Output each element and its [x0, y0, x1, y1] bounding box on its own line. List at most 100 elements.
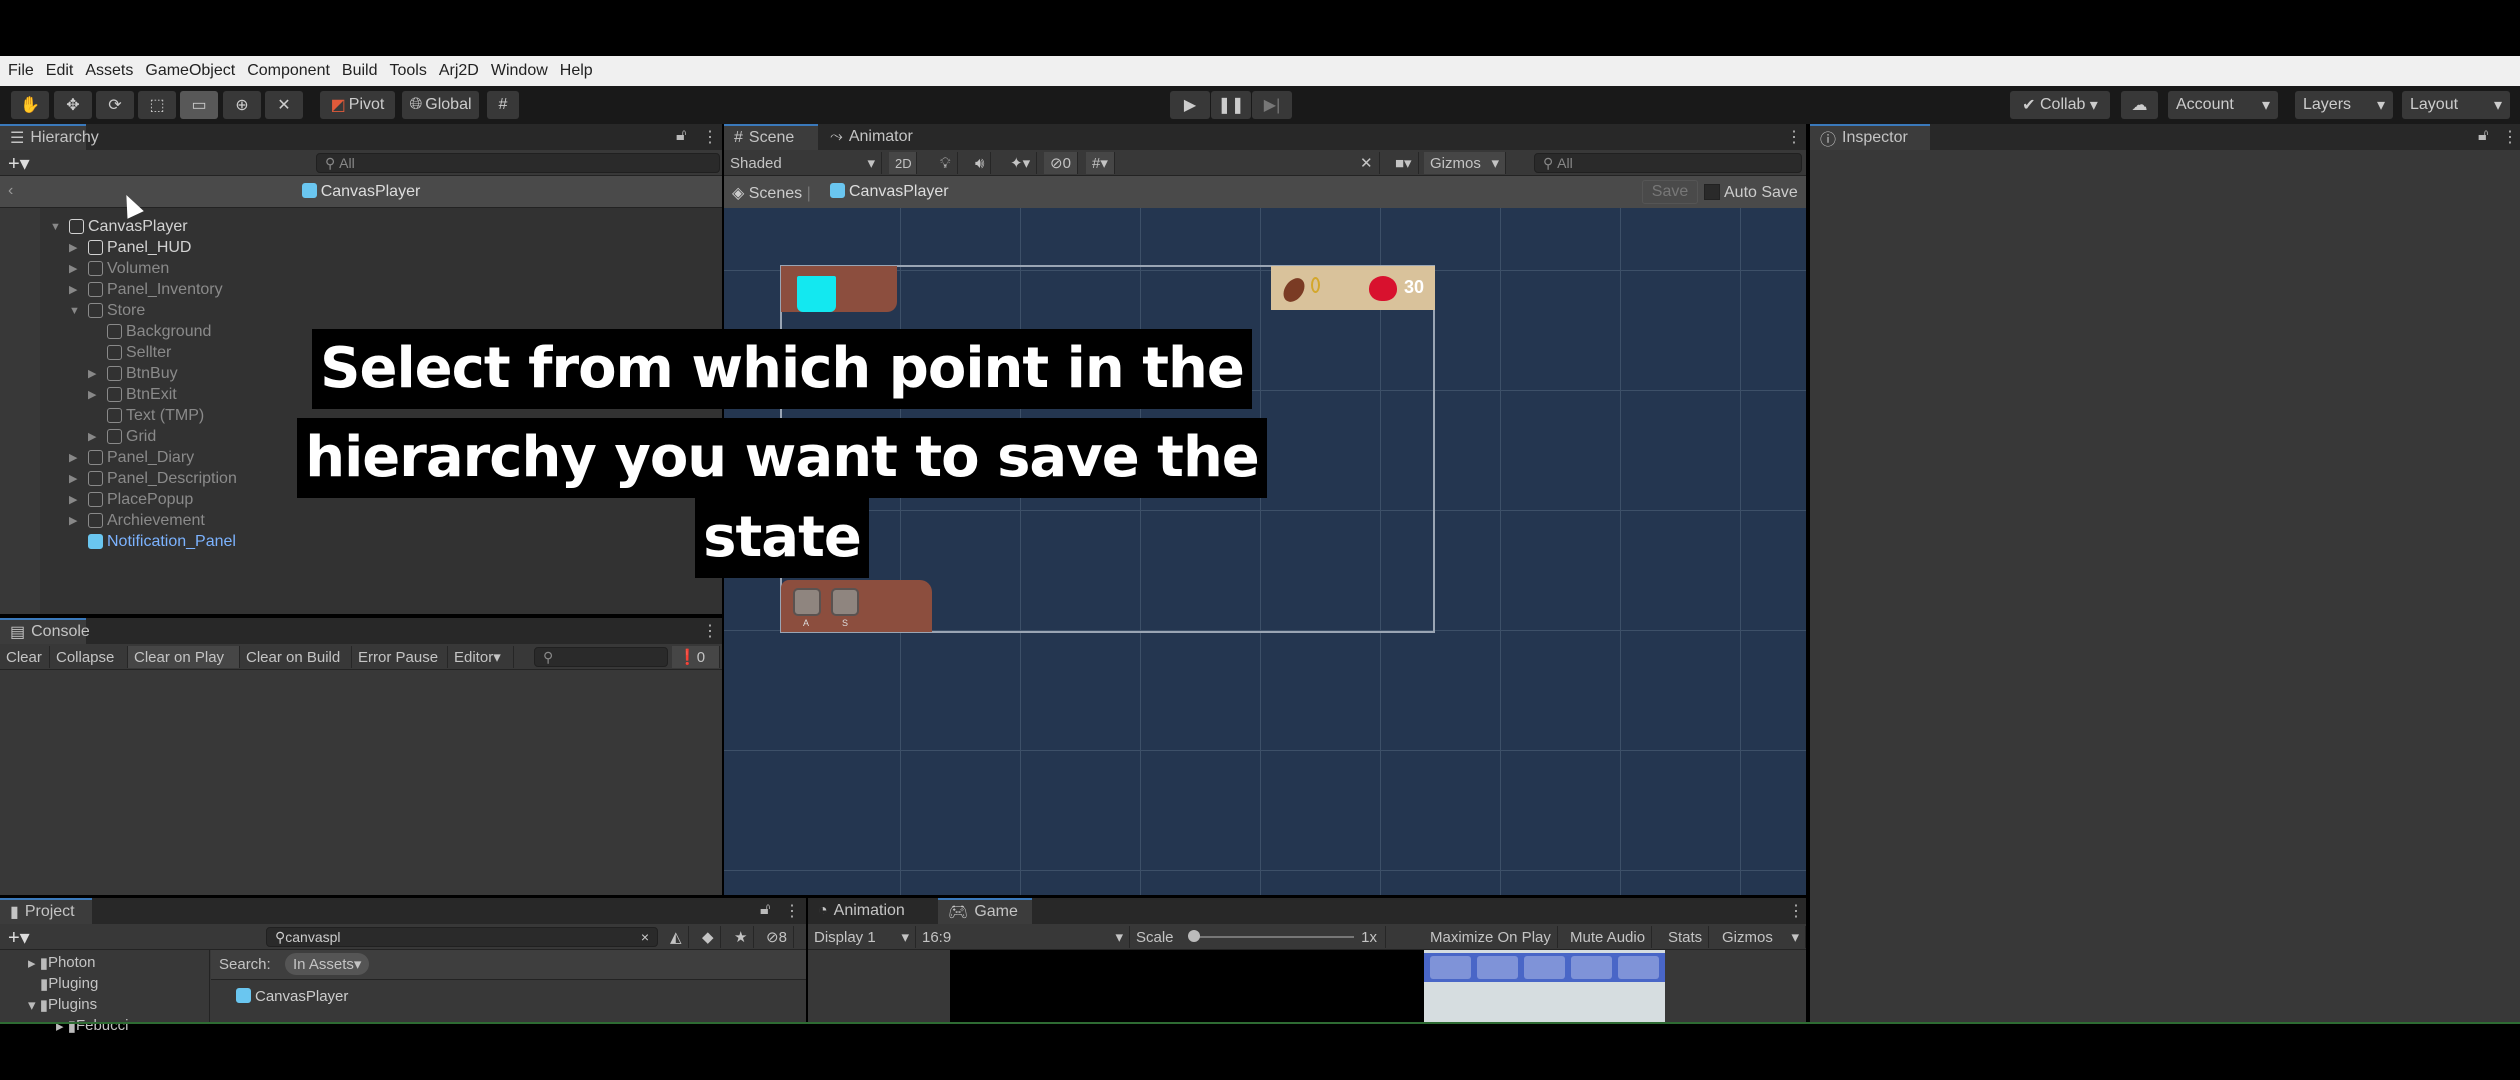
folder-item[interactable]: ▸ ▮ Photon [28, 952, 96, 973]
folder-item[interactable]: ▸ ▮ Febucci [56, 1015, 128, 1036]
more-options-icon[interactable]: ⋮ [1786, 127, 1802, 147]
menu-item-window[interactable]: Window [491, 62, 556, 80]
more-options-icon[interactable]: ⋮ [702, 621, 718, 641]
game-slot[interactable] [1430, 956, 1471, 979]
layout-dropdown[interactable]: Layout ▾ [2402, 91, 2510, 119]
grid-icon[interactable]: #▾ [1086, 152, 1115, 174]
menu-item-arj2d[interactable]: Arj2D [439, 62, 487, 80]
pause-button[interactable]: ❚❚ [1211, 91, 1251, 119]
more-options-icon[interactable]: ⋮ [1788, 901, 1804, 921]
folder-item[interactable]: ▮ Pluging [40, 973, 98, 994]
lighting-icon[interactable]: 💡︎ [934, 152, 958, 174]
lock-icon[interactable]: 🔓︎ [2478, 127, 2488, 145]
audio-icon[interactable]: 🔊︎ [969, 152, 992, 174]
game-slot[interactable] [1477, 956, 1518, 979]
hierarchy-search-input[interactable]: ⚲ All [316, 153, 720, 173]
visibility-toggle[interactable]: ⊘ 0 [1044, 152, 1078, 174]
lock-icon[interactable]: 🔓︎ [676, 127, 686, 145]
rotate-icon[interactable]: ⟳ [96, 91, 134, 119]
lock-icon[interactable]: 🔓︎ [760, 901, 770, 919]
menu-item-component[interactable]: Component [247, 62, 338, 80]
menu-item-build[interactable]: Build [342, 62, 386, 80]
tab-scene[interactable]: # Scene [724, 124, 818, 150]
console-clear-on-build-button[interactable]: Clear on Build [240, 646, 352, 668]
stats-toggle[interactable]: Stats [1662, 926, 1710, 948]
skill-slot[interactable] [831, 588, 859, 616]
game-slot[interactable] [1618, 956, 1659, 979]
tab-animator[interactable]: ⤳ Animator [820, 124, 920, 150]
grid-snap-icon[interactable]: # [487, 91, 519, 119]
breadcrumb-scenes[interactable]: ◈ Scenes | [732, 183, 811, 203]
camera-icon[interactable]: ■▾ [1389, 152, 1419, 174]
tree-item[interactable]: ▼ CanvasPlayer [40, 216, 720, 237]
more-options-icon[interactable]: ⋮ [784, 901, 800, 921]
gizmos-dropdown[interactable]: Gizmos ▾ [1424, 152, 1506, 174]
more-options-icon[interactable]: ⋮ [702, 127, 718, 147]
breadcrumb-item[interactable]: CanvasPlayer [0, 183, 722, 201]
2d-toggle[interactable]: 2D [889, 152, 917, 174]
layers-dropdown[interactable]: Layers ▾ [2295, 91, 2393, 119]
tree-item[interactable]: ▶ Panel_HUD [40, 237, 720, 258]
tab-hierarchy[interactable]: ☰ Hierarchy [0, 124, 99, 150]
menu-item-help[interactable]: Help [560, 62, 601, 80]
slider-handle[interactable] [1188, 930, 1200, 942]
custom-tool-icon[interactable]: ✕ [265, 91, 303, 119]
console-error-pause-button[interactable]: Error Pause [352, 646, 448, 668]
filter-label-icon[interactable]: ◆ [696, 926, 721, 948]
mute-audio-toggle[interactable]: Mute Audio [1564, 926, 1653, 948]
search-result[interactable]: CanvasPlayer [236, 988, 348, 1005]
hidden-packages-toggle[interactable]: ⊘ 8 [760, 926, 794, 948]
save-button[interactable]: Save [1642, 180, 1698, 204]
console-collapse-button[interactable]: Collapse [50, 646, 128, 668]
game-slot[interactable] [1524, 956, 1565, 979]
menu-item-tools[interactable]: Tools [389, 62, 434, 80]
tools-icon[interactable]: ✕ [1354, 152, 1380, 174]
transform-icon[interactable]: ⊕ [223, 91, 261, 119]
clear-search-icon[interactable]: × [641, 929, 649, 945]
collapse-arrow-icon[interactable]: ▶ [69, 262, 77, 275]
global-button[interactable]: 🌐︎ Global [402, 91, 479, 119]
tree-item[interactable]: ▶ Volumen [40, 258, 720, 279]
skill-slot[interactable] [793, 588, 821, 616]
display-dropdown[interactable]: Display 1 ▾ [808, 926, 916, 948]
aspect-dropdown[interactable]: 16:9 ▾ [916, 926, 1130, 948]
expand-arrow-icon[interactable]: ▼ [50, 221, 61, 233]
scene-search-input[interactable]: ⚲ All [1534, 153, 1802, 173]
collapse-arrow-icon[interactable]: ▶ [69, 283, 77, 296]
game-gizmos-dropdown[interactable]: Gizmos ▾ [1716, 926, 1806, 948]
add-button[interactable]: +▾ [8, 925, 30, 950]
collab-button[interactable]: ✔ Collab ▾ [2010, 91, 2110, 119]
breadcrumb-current[interactable]: CanvasPlayer [830, 183, 949, 201]
project-search-input[interactable]: ⚲ canvaspl × [266, 927, 658, 947]
move-icon[interactable]: ✥ [54, 91, 92, 119]
play-button[interactable]: ▶ [1170, 91, 1210, 119]
hand-icon[interactable]: ✋ [11, 91, 49, 119]
favorite-icon[interactable]: ★ [728, 926, 755, 948]
tab-inspector[interactable]: ⓘ Inspector [1810, 124, 1930, 150]
rect-tool-icon[interactable]: ▭ [180, 91, 218, 119]
more-options-icon[interactable]: ⋮ [2502, 127, 2518, 147]
add-button[interactable]: +▾ [8, 151, 30, 176]
menu-item-assets[interactable]: Assets [85, 62, 141, 80]
tree-item[interactable]: ▶ Panel_Inventory [40, 279, 720, 300]
filter-type-icon[interactable]: ◭ [664, 926, 689, 948]
console-clear-on-play-button[interactable]: Clear on Play [128, 646, 240, 668]
auto-save-checkbox[interactable] [1704, 184, 1720, 200]
tab-project[interactable]: ▮ Project [0, 898, 92, 924]
maximize-on-play-toggle[interactable]: Maximize On Play [1424, 926, 1558, 948]
menu-item-file[interactable]: File [8, 62, 42, 80]
scale-icon[interactable]: ⬚ [138, 91, 176, 119]
account-dropdown[interactable]: Account ▾ [2168, 91, 2278, 119]
effects-icon[interactable]: ✦▾ [1004, 152, 1038, 174]
menu-item-gameobject[interactable]: GameObject [145, 62, 243, 80]
step-button[interactable]: ▶| [1252, 91, 1292, 119]
tree-item[interactable]: ▼ Store [40, 300, 720, 321]
error-count-toggle[interactable]: ❗ 0 [672, 646, 720, 668]
cloud-icon[interactable]: ☁ [2121, 91, 2158, 119]
console-editor-button[interactable]: Editor ▾ [448, 646, 514, 668]
shading-dropdown[interactable]: Shaded ▾ [724, 152, 882, 174]
pivot-button[interactable]: ◩ Pivot [320, 91, 395, 119]
tab-console[interactable]: ▤ Console [0, 618, 90, 644]
tab-animation[interactable]: ◔ Animation [808, 898, 934, 924]
game-slot[interactable] [1571, 956, 1612, 979]
